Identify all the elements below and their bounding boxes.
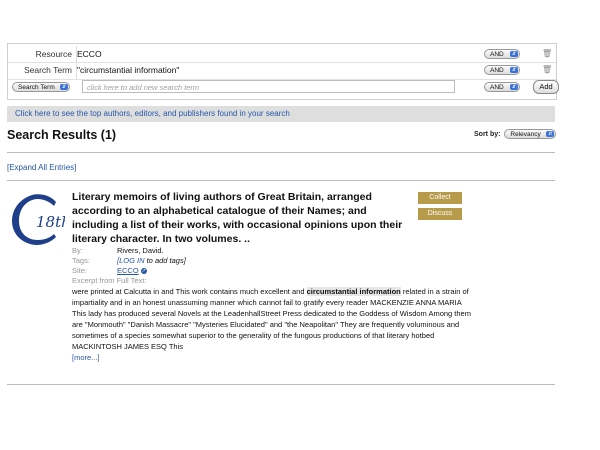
add-button[interactable]: Add — [533, 80, 559, 94]
operator-value: AND — [490, 67, 504, 74]
site-label: Site: — [72, 266, 88, 275]
resource-value[interactable]: ECCO — [77, 49, 102, 59]
login-link[interactable]: [LOG IN — [117, 256, 145, 265]
divider — [7, 384, 555, 385]
query-row-new: Search Term ⇵ click here to add new searc… — [8, 79, 559, 96]
excerpt-before: were printed at Calcutta in and This wor… — [72, 287, 307, 296]
ecco-18th-logo: 18th — [12, 194, 65, 245]
search-term-value[interactable]: "circumstantial information" — [77, 65, 179, 75]
more-link[interactable]: [more...] — [72, 353, 100, 362]
operator-select-2[interactable]: AND ⇵ — [484, 65, 520, 75]
collect-button[interactable]: Collect — [418, 192, 462, 204]
operator-select-3[interactable]: AND ⇵ — [484, 82, 520, 92]
chevron-updown-icon: ⇵ — [510, 67, 518, 73]
site-value: ECCO ↗ — [117, 266, 147, 275]
excerpt-after: related in a strain of impartiality and … — [72, 287, 471, 351]
logo-text: 18th — [36, 213, 65, 231]
trash-icon[interactable]: 🗑 — [542, 65, 552, 74]
results-title: Search Results (1) — [7, 128, 117, 142]
chevron-updown-icon: ⇵ — [510, 51, 518, 57]
tags-rest: to add tags] — [144, 256, 186, 265]
excerpt-highlight: circumstantial information — [306, 287, 401, 296]
query-row-resource: Resource ECCO AND ⇵ 🗑 — [8, 46, 556, 63]
search-query-box: Resource ECCO AND ⇵ 🗑 Search Term "circum… — [7, 43, 559, 100]
author-value: Rivers, David. — [117, 246, 164, 255]
tags-value: [LOG IN to add tags] — [117, 256, 186, 265]
top-authors-link[interactable]: Click here to see the top authors, edito… — [7, 106, 555, 122]
field-value: Search Term — [18, 84, 55, 91]
sort-by: Sort by: Relevancy ⇵ — [474, 129, 557, 139]
operator-value: AND — [490, 84, 504, 91]
tags-label: Tags: — [72, 256, 90, 265]
field-select[interactable]: Search Term ⇵ — [12, 82, 70, 92]
search-term-label: Search Term — [23, 65, 72, 75]
site-link[interactable]: ECCO — [117, 266, 139, 275]
sort-value: Relevancy — [510, 131, 541, 138]
sort-select[interactable]: Relevancy ⇵ — [504, 129, 557, 139]
result-title-link[interactable]: Literary memoirs of living authors of Gr… — [72, 190, 412, 246]
divider — [7, 180, 555, 181]
external-link-icon[interactable]: ↗ — [140, 268, 147, 275]
discuss-button[interactable]: Discuss — [418, 208, 462, 220]
by-label: By: — [72, 246, 83, 255]
trash-icon[interactable]: 🗑 — [542, 49, 552, 58]
operator-select-1[interactable]: AND ⇵ — [484, 49, 520, 59]
excerpt-label: Excerpt from Full Text: — [72, 276, 147, 285]
new-search-term-input[interactable]: click here to add new search term — [82, 80, 455, 93]
chevron-updown-icon: ⇵ — [60, 84, 68, 90]
operator-value: AND — [490, 51, 504, 58]
excerpt-text: were printed at Calcutta in and This wor… — [72, 286, 472, 363]
chevron-updown-icon: ⇵ — [510, 84, 518, 90]
chevron-updown-icon: ⇵ — [546, 131, 555, 137]
sort-label: Sort by: — [474, 130, 501, 138]
query-row-search-term: Search Term "circumstantial information"… — [8, 62, 556, 79]
expand-all-link[interactable]: [Expand All Entries] — [7, 163, 76, 172]
resource-label: Resource — [35, 49, 72, 59]
divider — [7, 152, 555, 153]
